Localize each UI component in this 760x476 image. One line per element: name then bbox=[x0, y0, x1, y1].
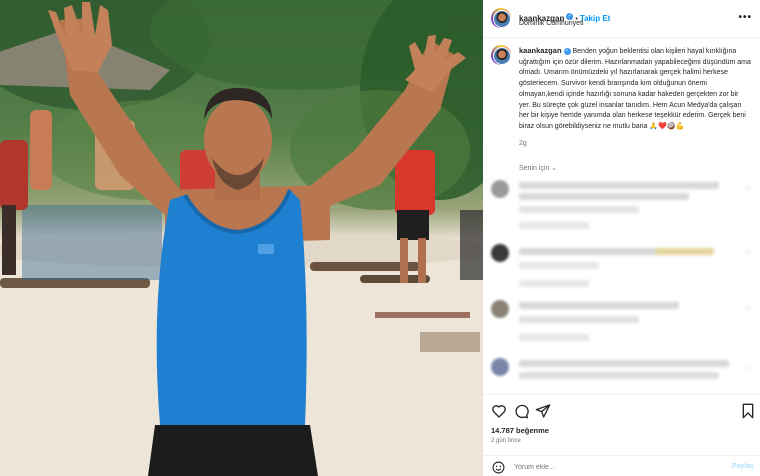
comment-avatar bbox=[491, 300, 509, 318]
post-header: kaankazgan ✓ • Takip Et Dominik Cumhuriyeti… bbox=[483, 0, 760, 38]
follow-button[interactable]: Takip Et bbox=[580, 14, 611, 23]
comment-text-blurred bbox=[519, 360, 729, 367]
heart-icon[interactable]: ♡ bbox=[745, 364, 753, 372]
emoji-icon[interactable] bbox=[492, 461, 505, 474]
survivor-photo-illustration bbox=[0, 0, 483, 476]
heart-icon[interactable]: ♡ bbox=[745, 250, 753, 258]
comment-item: ♡ bbox=[491, 358, 753, 392]
post-actions: 14.787 beğenme 2 gün önce Paylaş bbox=[483, 394, 760, 476]
comment-text-blurred bbox=[519, 302, 679, 309]
caption-username[interactable]: kaankazgan bbox=[519, 46, 562, 55]
comment-meta-blurred bbox=[519, 222, 589, 229]
heart-icon[interactable]: ♡ bbox=[745, 186, 753, 194]
post-location[interactable]: Dominik Cumhuriyeti bbox=[519, 20, 584, 27]
comment-text-blurred bbox=[519, 372, 719, 379]
comment-item: ♡ bbox=[491, 244, 753, 296]
heart-icon[interactable] bbox=[491, 403, 507, 419]
comment-input[interactable] bbox=[514, 461, 714, 474]
more-icon[interactable]: ••• bbox=[738, 12, 752, 23]
add-comment-bar: Paylaş bbox=[483, 455, 760, 476]
comment-text-blurred bbox=[519, 193, 689, 200]
heart-icon[interactable]: ♡ bbox=[745, 306, 753, 314]
comment-avatar bbox=[491, 180, 509, 198]
comment-text-blurred bbox=[519, 262, 599, 269]
comment-text-blurred bbox=[519, 206, 639, 213]
comment-text-blurred bbox=[519, 316, 639, 323]
caption-avatar[interactable] bbox=[491, 45, 511, 65]
comment-avatar bbox=[491, 358, 509, 376]
caption-text: Benden yoğun beklentisi olan kişileri ha… bbox=[519, 48, 751, 130]
caption-age: 2g bbox=[519, 139, 527, 147]
comment-avatar bbox=[491, 244, 509, 262]
comment-text-blurred bbox=[519, 182, 719, 189]
share-icon[interactable] bbox=[535, 403, 551, 419]
bookmark-icon[interactable] bbox=[740, 403, 756, 419]
author-avatar[interactable] bbox=[491, 8, 511, 28]
comment-item: ♡ bbox=[491, 300, 753, 352]
post-photo[interactable] bbox=[0, 0, 483, 476]
post-caption: kaankazgan ✓ Benden yoğun beklentisi olan… bbox=[519, 46, 751, 149]
comment-meta-blurred bbox=[519, 280, 589, 287]
comment-sort-dropdown[interactable]: Senin için ⌄ bbox=[519, 164, 557, 172]
comment-item: ♡ bbox=[491, 180, 753, 232]
likes-count[interactable]: 14.787 beğenme bbox=[491, 426, 549, 435]
post-time-ago[interactable]: 2 gün önce bbox=[491, 438, 521, 444]
post-comment-button[interactable]: Paylaş bbox=[732, 463, 754, 470]
post-side-panel: kaankazgan ✓ • Takip Et Dominik Cumhuriyeti… bbox=[483, 0, 760, 476]
comment-text-blurred bbox=[519, 248, 714, 255]
verified-icon: ✓ bbox=[563, 47, 571, 55]
comment-icon[interactable] bbox=[513, 403, 529, 419]
comment-meta-blurred bbox=[519, 334, 589, 341]
